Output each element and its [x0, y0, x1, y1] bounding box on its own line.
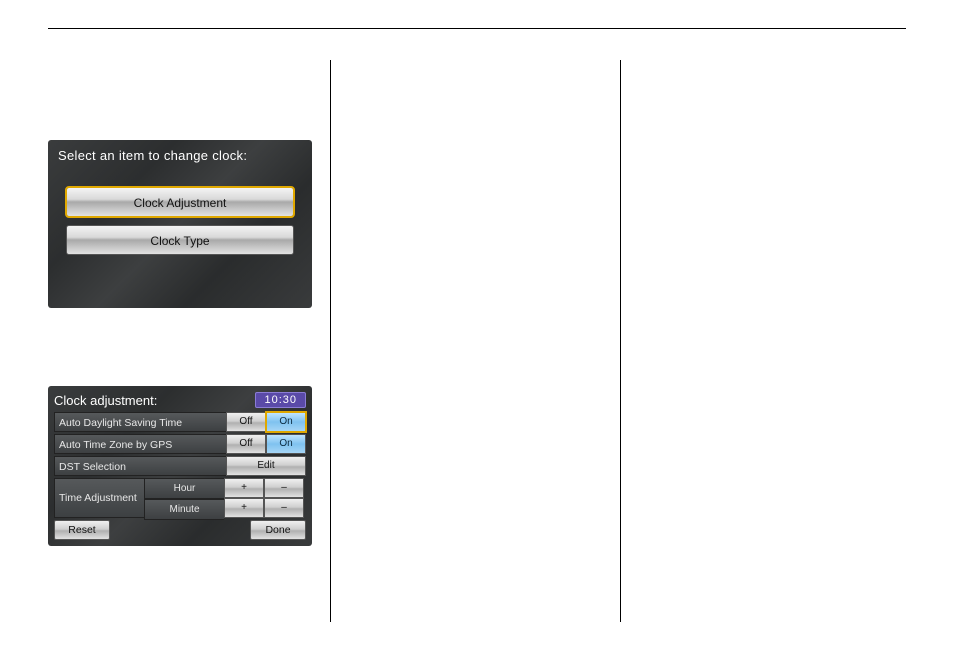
minute-plus[interactable]: +: [224, 498, 264, 518]
column-divider-2: [620, 60, 621, 622]
clock-time-badge: 10:30: [255, 392, 306, 408]
clock-adjustment-panel: Clock adjustment: 10:30 Auto Daylight Sa…: [48, 386, 312, 546]
auto-dst-row: Auto Daylight Saving Time Off On: [54, 412, 306, 432]
auto-tz-row: Auto Time Zone by GPS Off On: [54, 434, 306, 454]
auto-tz-label: Auto Time Zone by GPS: [54, 434, 226, 454]
hour-label: Hour: [144, 478, 224, 499]
column-divider-1: [330, 60, 331, 622]
auto-tz-on[interactable]: On: [266, 434, 306, 454]
clock-adjustment-button[interactable]: Clock Adjustment: [66, 187, 294, 217]
clock-adjustment-header: Clock adjustment: 10:30: [54, 392, 306, 408]
minute-minus[interactable]: –: [264, 498, 304, 518]
auto-dst-off[interactable]: Off: [226, 412, 266, 432]
minute-label: Minute: [144, 499, 224, 520]
dst-selection-label: DST Selection: [54, 456, 226, 476]
time-adjustment-row: Time Adjustment Hour Minute + – + –: [54, 478, 306, 518]
time-adjustment-label: Time Adjustment: [54, 478, 144, 518]
hour-minus[interactable]: –: [264, 478, 304, 498]
clock-adjustment-footer: Reset Done: [54, 520, 306, 540]
page-divider-top: [48, 28, 906, 29]
auto-tz-off[interactable]: Off: [226, 434, 266, 454]
reset-button[interactable]: Reset: [54, 520, 110, 540]
done-button[interactable]: Done: [250, 520, 306, 540]
clock-menu-title: Select an item to change clock:: [58, 148, 302, 163]
clock-adjustment-title: Clock adjustment:: [54, 393, 157, 408]
hour-plus[interactable]: +: [224, 478, 264, 498]
auto-dst-label: Auto Daylight Saving Time: [54, 412, 226, 432]
clock-type-button[interactable]: Clock Type: [66, 225, 294, 255]
auto-dst-on[interactable]: On: [266, 412, 306, 432]
dst-selection-edit[interactable]: Edit: [226, 456, 306, 476]
clock-menu-panel: Select an item to change clock: Clock Ad…: [48, 140, 312, 308]
dst-selection-row: DST Selection Edit: [54, 456, 306, 476]
